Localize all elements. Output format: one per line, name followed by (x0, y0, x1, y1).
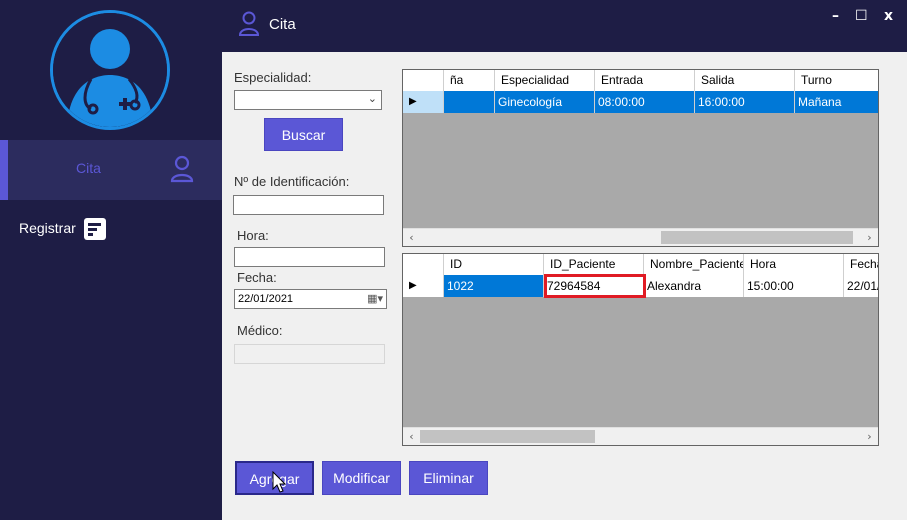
chevron-down-icon: ⌄ (367, 93, 377, 105)
horizontal-scrollbar[interactable]: ‹ › (403, 427, 878, 445)
especialidad-select[interactable]: ⌄ (234, 90, 382, 110)
scroll-right-icon[interactable]: › (861, 428, 878, 445)
table-cell[interactable]: Alexandra (644, 275, 744, 297)
scroll-thumb[interactable] (661, 231, 853, 244)
doctor-avatar-icon (50, 10, 170, 130)
hora-input[interactable] (234, 247, 385, 267)
row-pointer-icon: ▶ (403, 275, 444, 297)
active-indicator (0, 140, 8, 200)
fecha-label: Fecha: (237, 270, 277, 285)
table-cell[interactable]: 1022 (444, 275, 544, 297)
title-bar: Cita – ☐ x (222, 0, 907, 52)
scroll-left-icon[interactable]: ‹ (403, 428, 420, 445)
citas-grid[interactable]: ID ID_Paciente Nombre_Paciente Hora Fech… (402, 253, 879, 446)
column-header[interactable]: Especialidad (495, 70, 595, 91)
schedule-grid[interactable]: ña Especialidad Entrada Salida Turno ▶ G… (402, 69, 879, 247)
eliminar-button[interactable]: Eliminar (409, 461, 488, 495)
column-header[interactable]: Salida (695, 70, 795, 91)
fecha-datepicker[interactable]: 22/01/2021 ▦▾ (234, 289, 387, 309)
identificacion-label: Nº de Identificación: (234, 174, 350, 189)
table-cell[interactable]: Ginecología (495, 91, 595, 113)
scroll-right-icon[interactable]: › (861, 229, 878, 246)
column-header[interactable]: Fecha (844, 254, 878, 275)
column-header[interactable]: ID_Paciente (544, 254, 644, 275)
table-row[interactable]: ▶ Ginecología 08:00:00 16:00:00 Mañana (403, 91, 878, 113)
mouse-cursor-icon (272, 470, 287, 497)
sidebar-item-registrar[interactable]: Registrar (19, 220, 76, 236)
table-cell[interactable]: Mañana (795, 91, 878, 113)
user-icon (238, 11, 260, 41)
column-header[interactable]: Entrada (595, 70, 695, 91)
close-button[interactable]: x (884, 8, 893, 24)
table-cell[interactable]: 22/01/ (844, 275, 878, 297)
scroll-left-icon[interactable]: ‹ (403, 229, 420, 246)
calendar-icon[interactable]: ▦▾ (367, 290, 383, 308)
row-header-corner (403, 254, 444, 275)
fecha-value: 22/01/2021 (238, 293, 294, 305)
horizontal-scrollbar[interactable]: ‹ › (403, 228, 878, 246)
minimize-button[interactable]: – (832, 8, 839, 24)
sidebar: Cita Registrar (0, 0, 222, 520)
especialidad-label: Especialidad: (234, 70, 312, 85)
table-cell[interactable]: 08:00:00 (595, 91, 695, 113)
column-header[interactable]: ID (444, 254, 544, 275)
row-pointer-icon: ▶ (403, 91, 444, 113)
medico-input[interactable] (234, 344, 385, 364)
table-cell[interactable]: 16:00:00 (695, 91, 795, 113)
window-title: Cita (269, 16, 296, 33)
column-header[interactable]: Hora (744, 254, 844, 275)
row-header-corner (403, 70, 444, 91)
column-header[interactable]: Nombre_Paciente (644, 254, 744, 275)
user-icon (170, 155, 194, 187)
highlight-box (544, 274, 646, 298)
table-cell[interactable] (444, 91, 495, 113)
identificacion-input[interactable] (233, 195, 384, 215)
modificar-button[interactable]: Modificar (322, 461, 401, 495)
table-cell[interactable]: 15:00:00 (744, 275, 844, 297)
maximize-button[interactable]: ☐ (855, 8, 868, 24)
column-header[interactable]: ña (444, 70, 495, 91)
hora-label: Hora: (237, 228, 269, 243)
form-icon (84, 218, 106, 244)
sidebar-item-label: Cita (76, 160, 101, 176)
medico-label: Médico: (237, 323, 283, 338)
grid-header: ña Especialidad Entrada Salida Turno (403, 70, 878, 92)
scroll-thumb[interactable] (420, 430, 595, 443)
buscar-button[interactable]: Buscar (264, 118, 343, 151)
grid-header: ID ID_Paciente Nombre_Paciente Hora Fech… (403, 254, 878, 276)
column-header[interactable]: Turno (795, 70, 878, 91)
